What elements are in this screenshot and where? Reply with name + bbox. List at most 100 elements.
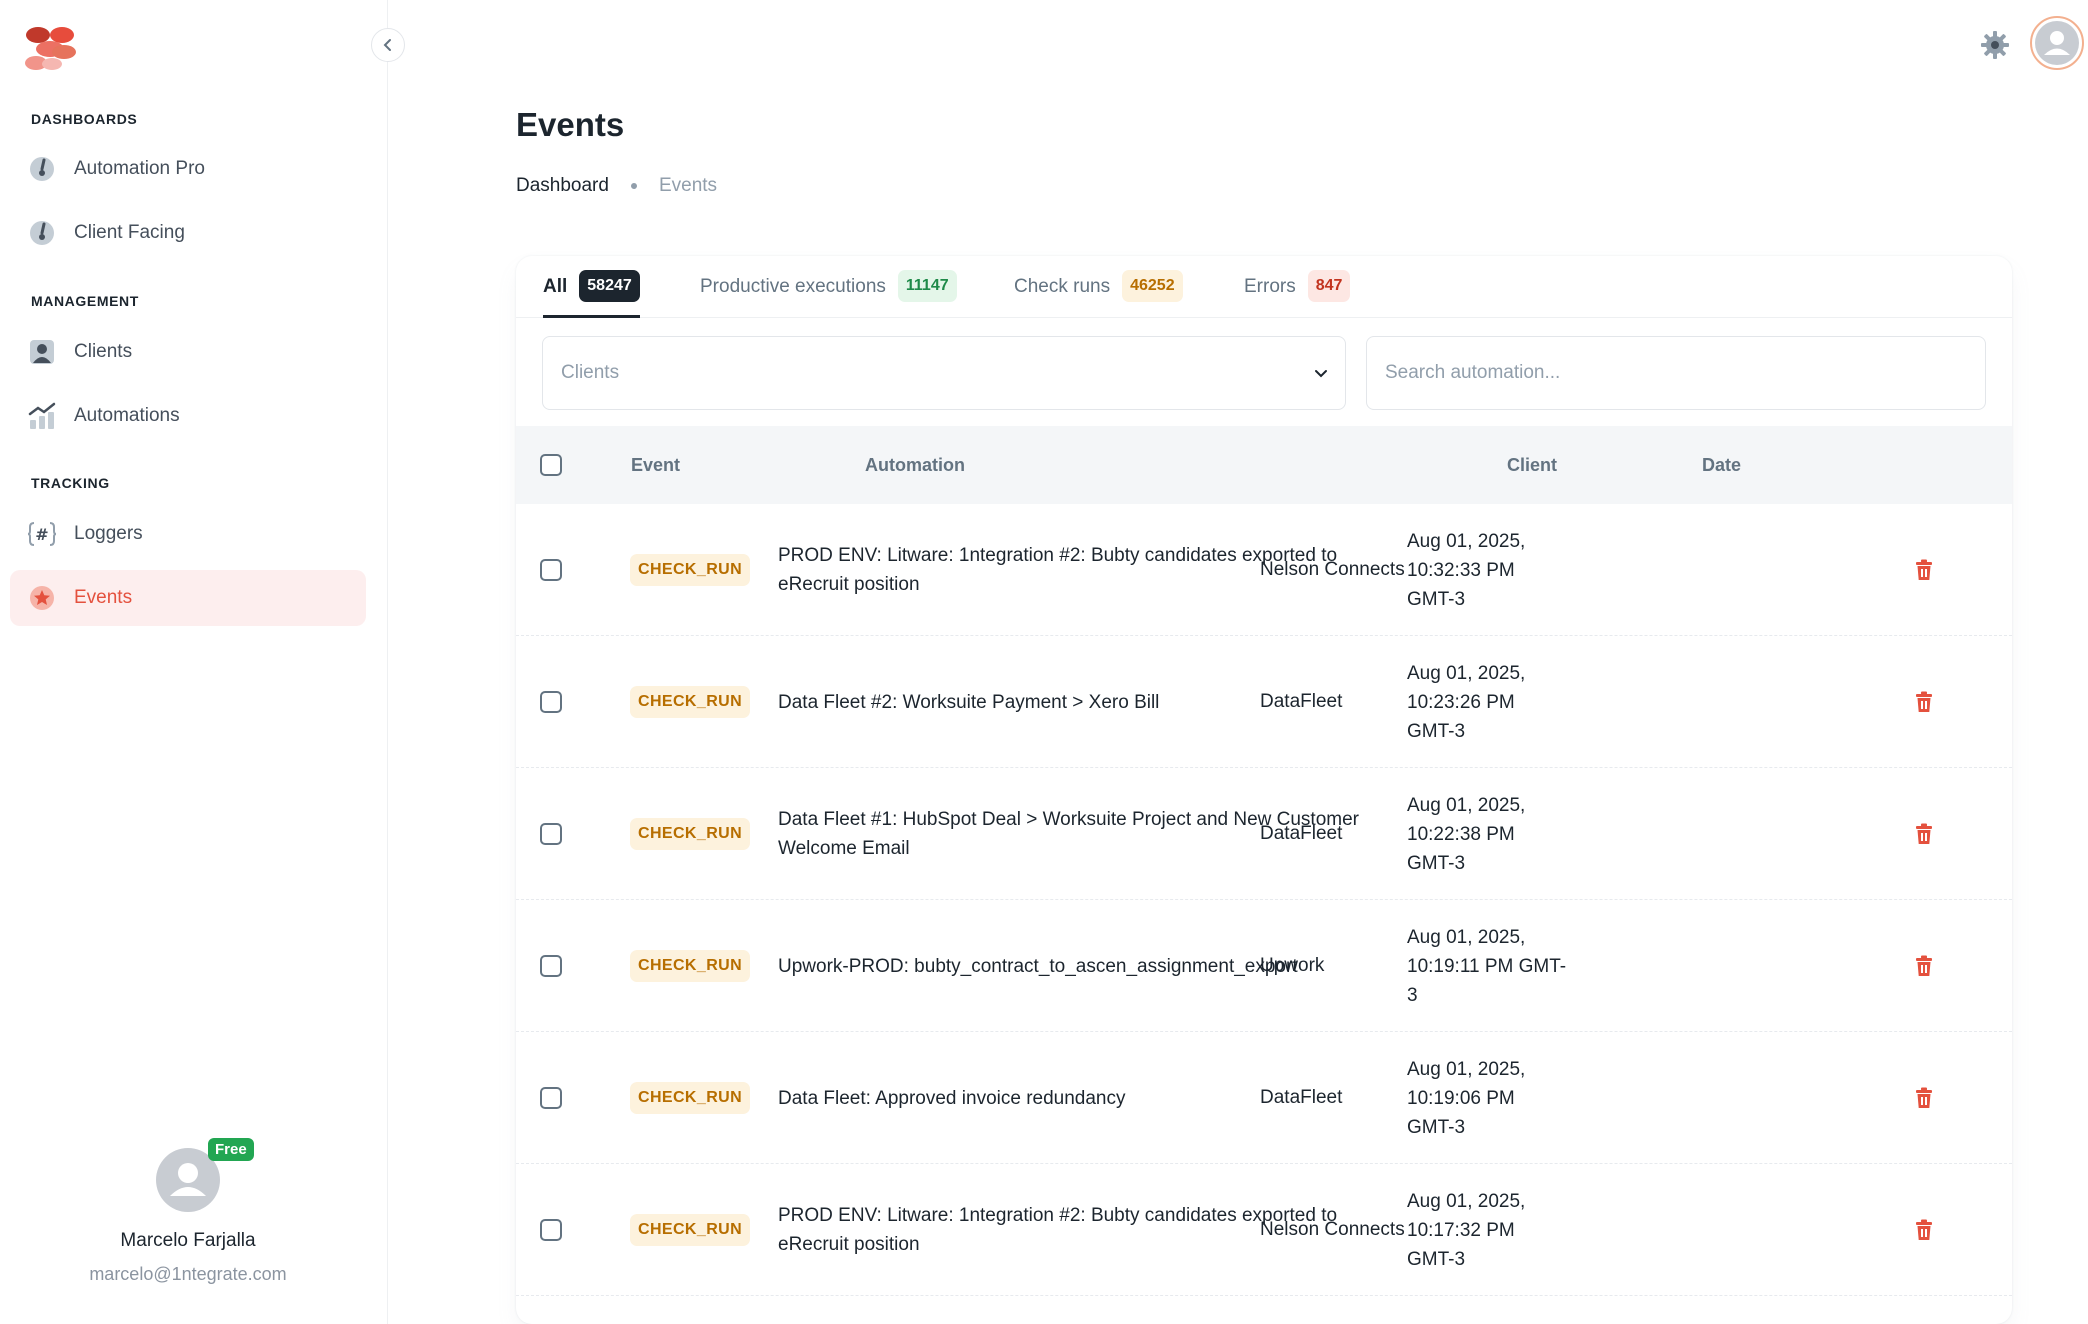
tab-count: 46252 [1122, 270, 1183, 302]
user-name: Marcelo Farjalla [120, 1230, 256, 1251]
event-date-line: Aug 01, 2025, [1407, 662, 1526, 684]
trash-icon[interactable] [1912, 954, 1936, 978]
table-row[interactable]: CHECK_RUN Data Fleet: Approved invoice re… [516, 1032, 2012, 1164]
tab-productive-executions[interactable]: Productive executions 11147 [700, 270, 957, 318]
search-input[interactable] [1366, 336, 1986, 410]
tab-count: 847 [1307, 270, 1351, 302]
event-date: Aug 01, 2025, 10:17:32 PM GMT-3 [1407, 1187, 1525, 1274]
table-header: Event Automation Client Date [516, 426, 2012, 504]
client-name: Upwork [1260, 955, 1325, 976]
sidebar-item-automations[interactable]: Automations [10, 388, 366, 444]
sidebar-item-label: Clients [74, 341, 133, 362]
event-date: Aug 01, 2025, 10:19:06 PM GMT-3 [1407, 1055, 1525, 1142]
star-icon [28, 584, 56, 612]
event-type-badge: CHECK_RUN [630, 554, 751, 586]
event-date-line: Aug 01, 2025, [1407, 794, 1526, 816]
svg-text:#: # [35, 525, 48, 544]
event-date-line: GMT-3 [1407, 1116, 1466, 1138]
tabs: All 58247 Productive executions 11147 Ch… [516, 256, 2012, 318]
sidebar-item-label: Client Facing [74, 222, 185, 243]
event-date-line: GMT-3 [1407, 1248, 1466, 1270]
section-title-dashboards: DASHBOARDS [31, 111, 138, 127]
events-card: All 58247 Productive executions 11147 Ch… [516, 256, 2012, 1324]
breadcrumb-dashboard-link[interactable]: Dashboard [516, 175, 609, 197]
app-logo-icon[interactable] [22, 26, 82, 72]
event-date-line: 3 [1407, 984, 1418, 1006]
column-header-automation[interactable]: Automation [865, 455, 965, 476]
event-date-line: Aug 01, 2025, [1407, 1190, 1526, 1212]
tab-count: 11147 [897, 270, 957, 302]
chart-trend-icon [28, 402, 56, 430]
user-avatar-icon [2044, 31, 2070, 55]
event-date-line: 10:19:06 PM [1407, 1087, 1515, 1109]
event-date: Aug 01, 2025, 10:22:38 PM GMT-3 [1407, 791, 1525, 878]
trash-icon[interactable] [1912, 690, 1936, 714]
sidebar-item-events[interactable]: Events [10, 570, 366, 626]
client-name: DataFleet [1260, 823, 1343, 844]
client-name: Nelson Connects [1260, 559, 1405, 580]
sidebar: DASHBOARDS Automation Pro Client Facing … [0, 0, 405, 1324]
row-checkbox[interactable] [540, 1087, 562, 1109]
column-header-event[interactable]: Event [631, 455, 680, 476]
row-checkbox[interactable] [540, 1219, 562, 1241]
table-row[interactable]: CHECK_RUN Data Fleet #1: HubSpot Deal > W… [516, 768, 2012, 900]
chevron-down-icon [1315, 370, 1327, 378]
trash-icon[interactable] [1912, 1086, 1936, 1110]
sidebar-item-label: Automations [74, 405, 180, 426]
trash-icon[interactable] [1912, 1218, 1936, 1242]
plan-badge: Free [208, 1138, 254, 1161]
row-checkbox[interactable] [540, 691, 562, 713]
clients-select[interactable]: Clients [542, 336, 1346, 410]
breadcrumb: Dashboard Events [516, 175, 717, 197]
event-date-line: Aug 01, 2025, [1407, 926, 1526, 948]
tab-all[interactable]: All 58247 [543, 270, 640, 318]
sidebar-item-label: Events [74, 587, 133, 608]
gear-icon[interactable] [1980, 30, 2010, 60]
page-title: Events [516, 106, 625, 143]
breadcrumb-current: Events [658, 175, 718, 196]
event-date-line: GMT-3 [1407, 720, 1466, 742]
sidebar-item-automation-pro[interactable]: Automation Pro [10, 141, 366, 197]
avatar[interactable]: Free [156, 1138, 254, 1212]
clients-select-placeholder: Clients [561, 362, 620, 383]
sidebar-item-loggers[interactable]: # Loggers [10, 506, 366, 562]
table-row[interactable]: CHECK_RUN Data Fleet #2: Worksuite Paymen… [516, 636, 2012, 768]
tab-label: All [543, 276, 568, 297]
hash-icon: # [28, 520, 56, 548]
event-date-line: Aug 01, 2025, [1407, 530, 1526, 552]
account-avatar-button[interactable] [2030, 16, 2084, 70]
table-row[interactable]: CHECK_RUN PROD ENV: Litware: 1ntegration … [516, 1164, 2012, 1296]
event-date-line: GMT-3 [1407, 588, 1466, 610]
tab-errors[interactable]: Errors 847 [1244, 270, 1351, 318]
event-date-line: 10:22:38 PM [1407, 823, 1515, 845]
client-name: DataFleet [1260, 691, 1343, 712]
row-checkbox[interactable] [540, 559, 562, 581]
sidebar-collapse-button[interactable] [371, 28, 405, 62]
event-date-line: Aug 01, 2025, [1407, 1058, 1526, 1080]
trash-icon[interactable] [1912, 558, 1936, 582]
sidebar-item-label: Loggers [74, 523, 143, 544]
table-row[interactable]: CHECK_RUN Upwork-PROD: bubty_contract_to_… [516, 900, 2012, 1032]
trash-icon[interactable] [1912, 822, 1936, 846]
event-type-badge: CHECK_RUN [630, 1214, 751, 1246]
select-all-checkbox[interactable] [540, 454, 562, 476]
user-email: marcelo@1ntegrate.com [89, 1264, 287, 1284]
section-title-management: MANAGEMENT [31, 293, 139, 309]
event-type-badge: CHECK_RUN [630, 686, 751, 718]
sidebar-item-clients[interactable]: Clients [10, 324, 366, 380]
event-date-line: 10:23:26 PM [1407, 691, 1515, 713]
tab-check-runs[interactable]: Check runs 46252 [1014, 270, 1183, 318]
event-date: Aug 01, 2025, 10:23:26 PM GMT-3 [1407, 659, 1525, 746]
sidebar-item-client-facing[interactable]: Client Facing [10, 205, 366, 261]
event-date-line: 10:32:33 PM [1407, 559, 1515, 581]
column-header-date[interactable]: Date [1702, 455, 1741, 476]
tab-label: Productive executions [700, 276, 886, 297]
column-header-client[interactable]: Client [1507, 455, 1557, 476]
user-profile: Free Marcelo Farjalla marcelo@1ntegrate.… [0, 1138, 376, 1285]
row-checkbox[interactable] [540, 955, 562, 977]
chevron-left-icon [383, 39, 391, 51]
row-checkbox[interactable] [540, 823, 562, 845]
table-row[interactable]: CHECK_RUN PROD ENV: Litware: 1ntegration … [516, 504, 2012, 636]
event-type-badge: CHECK_RUN [630, 950, 751, 982]
client-name: DataFleet [1260, 1087, 1343, 1108]
